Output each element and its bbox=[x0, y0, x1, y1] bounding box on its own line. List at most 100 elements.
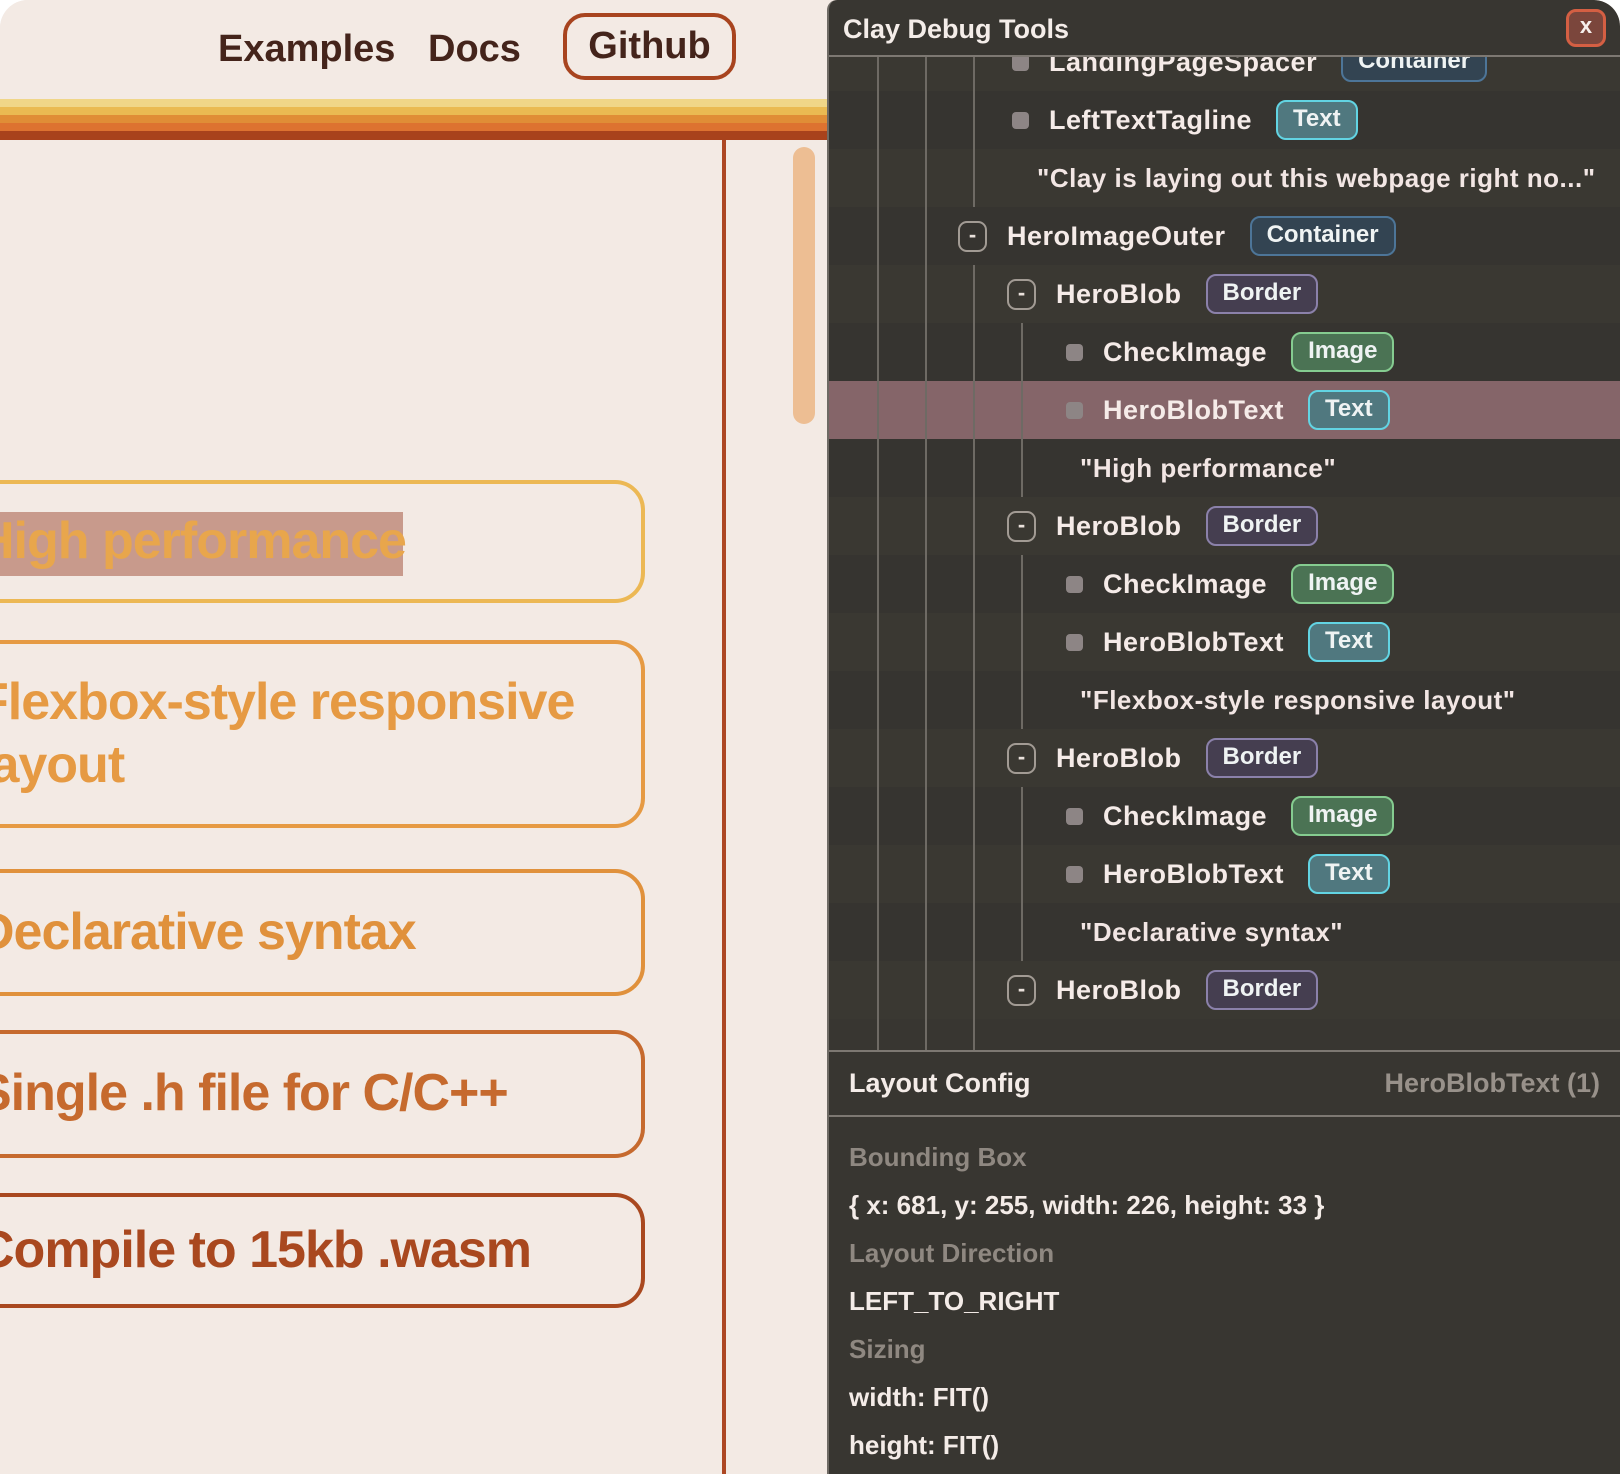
element-type-badge: Text bbox=[1308, 854, 1390, 894]
indent-guide bbox=[1021, 787, 1023, 961]
layout-config-title: Layout Config bbox=[849, 1068, 1030, 1099]
feature-blob-text: Single .h file for C/C++ bbox=[0, 1062, 508, 1125]
element-name: HeroBlob bbox=[1056, 975, 1182, 1006]
page-scrollbar-thumb[interactable] bbox=[793, 147, 815, 424]
layout-config-header: Layout Config HeroBlobText (1) bbox=[829, 1052, 1620, 1117]
collapse-button[interactable]: - bbox=[1007, 975, 1036, 1006]
feature-blob: Flexbox-style responsive layout bbox=[0, 640, 645, 828]
element-type-badge: Text bbox=[1276, 100, 1358, 140]
element-name: CheckImage bbox=[1103, 569, 1267, 600]
leaf-bullet-icon bbox=[1066, 576, 1083, 593]
element-type-badge: Container bbox=[1250, 216, 1396, 256]
leaf-bullet-icon bbox=[1066, 402, 1083, 419]
selected-element-label: HeroBlobText (1) bbox=[1384, 1068, 1600, 1099]
element-type-badge: Container bbox=[1341, 57, 1487, 82]
config-label-layout-direction: Layout Direction bbox=[849, 1238, 1054, 1269]
element-name: LeftTextTagline bbox=[1049, 105, 1252, 136]
nav-link-examples[interactable]: Examples bbox=[218, 28, 395, 71]
tree-quote-row[interactable]: "High performance" bbox=[829, 439, 1620, 497]
feature-blob-text: High performance bbox=[0, 510, 406, 573]
stripe bbox=[0, 131, 827, 140]
config-value-sizing-width: width: FIT() bbox=[849, 1382, 989, 1413]
leaf-bullet-icon bbox=[1012, 112, 1029, 129]
feature-blob-text: Flexbox-style responsive layout bbox=[0, 671, 589, 798]
tree-node-row[interactable]: HeroBlobText Text bbox=[829, 845, 1620, 903]
leaf-bullet-icon bbox=[1066, 344, 1083, 361]
leaf-bullet-icon bbox=[1066, 866, 1083, 883]
stripe bbox=[0, 115, 827, 123]
element-type-badge: Text bbox=[1308, 390, 1390, 430]
element-name: CheckImage bbox=[1103, 337, 1267, 368]
element-type-badge: Image bbox=[1291, 332, 1394, 372]
element-name: HeroBlob bbox=[1056, 279, 1182, 310]
clay-debug-panel: Clay Debug Tools x LandingPageSpacer Cont… bbox=[827, 0, 1620, 1474]
tree-node-row[interactable]: LandingPageSpacer Container bbox=[829, 57, 1620, 91]
element-type-badge: Border bbox=[1206, 506, 1319, 546]
indent-guide bbox=[1021, 555, 1023, 729]
tree-quote-row[interactable]: "Declarative syntax" bbox=[829, 903, 1620, 961]
tree-node-row[interactable]: -HeroBlob Border bbox=[829, 729, 1620, 787]
element-text-preview: "Declarative syntax" bbox=[1080, 917, 1343, 948]
tree-node-row[interactable]: HeroBlobText Text bbox=[829, 381, 1620, 439]
feature-blob: Single .h file for C/C++ bbox=[0, 1030, 645, 1158]
element-name: HeroBlob bbox=[1056, 511, 1182, 542]
tree-node-row[interactable]: -HeroBlob Border bbox=[829, 497, 1620, 555]
tree-node-row[interactable]: CheckImage Image bbox=[829, 555, 1620, 613]
element-name: HeroBlob bbox=[1056, 743, 1182, 774]
debug-panel-title: Clay Debug Tools bbox=[843, 14, 1069, 45]
element-text-preview: "Flexbox-style responsive layout" bbox=[1080, 685, 1516, 716]
tree-node-row[interactable]: -HeroImageOuter Container bbox=[829, 207, 1620, 265]
element-type-badge: Text bbox=[1308, 622, 1390, 662]
debug-panel-header: Clay Debug Tools x bbox=[829, 0, 1620, 57]
indent-guide bbox=[925, 57, 927, 1052]
element-type-badge: Border bbox=[1206, 738, 1319, 778]
element-tree: LandingPageSpacer Container LeftTextTaglin… bbox=[829, 57, 1620, 1052]
config-label-bounding-box: Bounding Box bbox=[849, 1142, 1027, 1173]
element-name: HeroBlobText bbox=[1103, 395, 1284, 426]
config-value-sizing-height: height: FIT() bbox=[849, 1430, 999, 1461]
config-label-sizing: Sizing bbox=[849, 1334, 926, 1365]
element-type-badge: Image bbox=[1291, 796, 1394, 836]
leaf-bullet-icon bbox=[1066, 808, 1083, 825]
element-name: CheckImage bbox=[1103, 801, 1267, 832]
indent-guide bbox=[1021, 323, 1023, 497]
element-name: HeroBlobText bbox=[1103, 627, 1284, 658]
element-type-badge: Image bbox=[1291, 564, 1394, 604]
collapse-button[interactable]: - bbox=[1007, 511, 1036, 542]
tree-quote-row[interactable]: "Clay is laying out this webpage right n… bbox=[829, 149, 1620, 207]
collapse-button[interactable]: - bbox=[1007, 743, 1036, 774]
github-button[interactable]: Github bbox=[563, 13, 736, 80]
feature-blob: Compile to 15kb .wasm bbox=[0, 1193, 645, 1308]
element-name: HeroImageOuter bbox=[1007, 221, 1226, 252]
collapse-button[interactable]: - bbox=[1007, 279, 1036, 310]
config-value-bounding-box: { x: 681, y: 255, width: 226, height: 33… bbox=[849, 1190, 1324, 1221]
feature-blob: Declarative syntax bbox=[0, 869, 645, 996]
feature-blob-text: Declarative syntax bbox=[0, 901, 416, 964]
tree-quote-row[interactable]: "Flexbox-style responsive layout" bbox=[829, 671, 1620, 729]
indent-guide bbox=[973, 57, 975, 207]
tree-node-row[interactable]: -HeroBlob Border bbox=[829, 265, 1620, 323]
feature-blob: High performance bbox=[0, 480, 645, 603]
element-name: HeroBlobText bbox=[1103, 859, 1284, 890]
tree-node-row[interactable]: LeftTextTagline Text bbox=[829, 91, 1620, 149]
layout-config-body: Bounding Box { x: 681, y: 255, width: 22… bbox=[829, 1117, 1620, 1469]
tree-node-row[interactable]: CheckImage Image bbox=[829, 787, 1620, 845]
tree-rows: LandingPageSpacer Container LeftTextTaglin… bbox=[829, 57, 1620, 1019]
nav-link-docs[interactable]: Docs bbox=[428, 28, 521, 71]
element-text-preview: "High performance" bbox=[1080, 453, 1336, 484]
config-value-layout-direction: LEFT_TO_RIGHT bbox=[849, 1286, 1059, 1317]
close-button[interactable]: x bbox=[1566, 9, 1606, 47]
leaf-bullet-icon bbox=[1012, 57, 1029, 71]
stripe bbox=[0, 99, 827, 107]
tree-node-row[interactable]: -HeroBlob Border bbox=[829, 961, 1620, 1019]
collapse-button[interactable]: - bbox=[958, 221, 987, 252]
stripe bbox=[0, 123, 827, 131]
element-name: LandingPageSpacer bbox=[1049, 57, 1317, 78]
element-type-badge: Border bbox=[1206, 970, 1319, 1010]
indent-guide bbox=[973, 265, 975, 1052]
tree-node-row[interactable]: CheckImage Image bbox=[829, 323, 1620, 381]
element-type-badge: Border bbox=[1206, 274, 1319, 314]
page-vertical-divider bbox=[722, 140, 726, 1474]
leaf-bullet-icon bbox=[1066, 634, 1083, 651]
tree-node-row[interactable]: HeroBlobText Text bbox=[829, 613, 1620, 671]
